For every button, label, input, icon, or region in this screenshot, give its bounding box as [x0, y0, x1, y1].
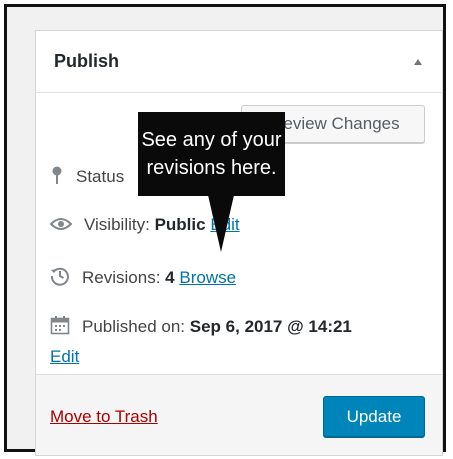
- published-edit-link[interactable]: Edit: [50, 347, 79, 367]
- published-row: Published on: Sep 6, 2017 @ 14:21: [50, 315, 352, 340]
- publish-footer: Move to Trash Update: [36, 374, 442, 455]
- status-label: Status: [76, 166, 125, 186]
- publish-panel: Publish Preview Changes Status Visibilit…: [35, 30, 443, 456]
- revisions-browse-link[interactable]: Browse: [179, 268, 236, 287]
- calendar-icon: [50, 315, 70, 340]
- callout-arrow: [208, 195, 234, 252]
- caret-up-icon[interactable]: [414, 59, 422, 65]
- revisions-row: Revisions: 4 Browse: [50, 266, 236, 291]
- status-row: Status: [50, 165, 124, 190]
- panel-title: Publish: [54, 51, 120, 71]
- pin-icon: [50, 165, 64, 190]
- callout-line-1: See any of your: [141, 129, 282, 151]
- revisions-label: Revisions:: [82, 267, 161, 287]
- visibility-value: Public: [154, 215, 206, 234]
- published-label: Published on:: [82, 316, 186, 336]
- revisions-count: 4: [165, 267, 175, 287]
- move-to-trash-link[interactable]: Move to Trash: [50, 407, 158, 427]
- eye-icon: [49, 216, 73, 236]
- update-button[interactable]: Update: [323, 396, 425, 437]
- published-value: Sep 6, 2017 @ 14:21: [189, 316, 352, 336]
- revisions-callout: See any of your revisions here.: [138, 112, 285, 196]
- history-clock-icon: [50, 266, 70, 291]
- visibility-label: Visibility:: [84, 215, 150, 234]
- callout-line-2: revisions here.: [146, 157, 277, 179]
- panel-header[interactable]: Publish: [36, 31, 442, 93]
